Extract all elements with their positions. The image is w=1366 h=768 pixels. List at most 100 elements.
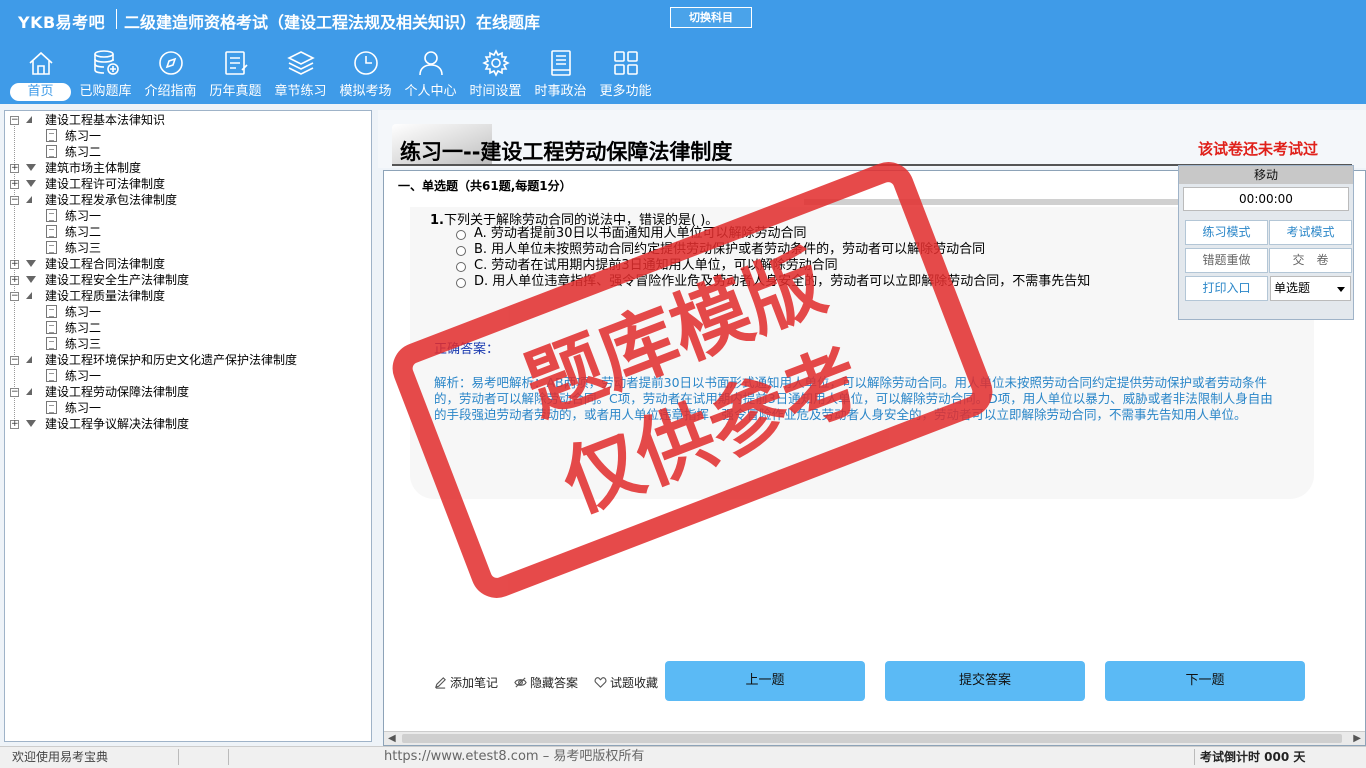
hand-in-button[interactable]: 交 卷 [1269,248,1352,273]
tree-chapter[interactable]: + 建设工程安全生产法律制度 [5,272,371,288]
status-bar: 欢迎使用易考宝典 https://www.etest8.com – 易考吧版权所… [0,746,1366,768]
user-icon [418,51,443,76]
section-title: 一、单选题（共61题,每题1分） [398,179,572,193]
tree-chapter[interactable]: − 建设工程环境保护和历史文化遗产保护法律制度 [5,352,371,368]
nav-label: 历年真题 [209,84,262,99]
tree-exercise[interactable]: 练习一 [5,208,371,224]
grid-icon [613,51,638,75]
submit-answer-button[interactable]: 提交答案 [885,661,1085,701]
option-text: A. 劳动者提前30日以书面通知用人单位可以解除劳动合同 [474,226,807,241]
print-entry-button[interactable]: 打印入口 [1185,276,1268,301]
expand-icon[interactable]: + [10,420,19,429]
document-icon [46,321,57,334]
expand-icon[interactable]: + [10,180,19,189]
nav-label: 首页 [10,83,71,101]
home-icon [28,51,53,75]
radio-button[interactable] [456,278,466,288]
expand-icon[interactable]: + [10,164,19,173]
tree-label: 建设工程许可法律制度 [45,177,166,191]
horizontal-scrollbar[interactable]: ◀ ▶ [384,731,1365,745]
layers-icon [286,51,315,75]
nav-past-exams[interactable]: 历年真题 [203,48,268,104]
heart-icon [594,677,607,688]
tree-label: 练习二 [65,145,102,159]
tree-exercise[interactable]: 练习一 [5,368,371,384]
option-a[interactable]: A. 劳动者提前30日以书面通知用人单位可以解除劳动合同 [456,226,1090,242]
tree-exercise[interactable]: 练习一 [5,400,371,416]
exam-mode-button[interactable]: 考试模式 [1269,220,1352,245]
folder-arrow-icon [26,292,32,299]
expand-icon[interactable]: + [10,260,19,269]
radio-button[interactable] [456,262,466,272]
document-icon [46,337,57,350]
app-title: 二级建造师资格考试（建设工程法规及相关知识）在线题库 [124,13,541,32]
tree-exercise[interactable]: 练习一 [5,304,371,320]
list-icon [224,51,248,75]
exam-countdown: 考试倒计时 000 天 [1200,750,1306,764]
option-d[interactable]: D. 用人单位违章指挥、强令冒险作业危及劳动者人身安全的，劳动者可以立即解除劳动… [456,274,1090,290]
nav-guide[interactable]: 介绍指南 [138,48,203,104]
tree-chapter[interactable]: − 建设工程基本法律知识 [5,112,371,128]
timer-drag-handle[interactable]: 移动 [1179,166,1353,184]
nav-more-features[interactable]: 更多功能 [593,48,658,104]
add-note-tool[interactable]: 添加笔记 [434,674,498,691]
radio-button[interactable] [456,230,466,240]
tree-label: 练习三 [65,337,102,351]
tree-chapter[interactable]: + 建设工程争议解决法律制度 [5,416,371,432]
app-header: YKB易考吧 二级建造师资格考试（建设工程法规及相关知识）在线题库 切换科目 首… [0,0,1366,104]
radio-button[interactable] [456,246,466,256]
tree-chapter[interactable]: − 建设工程发承包法律制度 [5,192,371,208]
next-question-button[interactable]: 下一题 [1105,661,1305,701]
clock-icon [353,51,378,75]
tree-label: 建设工程安全生产法律制度 [45,273,190,287]
brand-separator [116,9,117,29]
collapse-icon[interactable]: − [10,116,19,125]
tree-chapter[interactable]: + 建设工程许可法律制度 [5,176,371,192]
tree-exercise[interactable]: 练习三 [5,240,371,256]
scroll-right-icon[interactable]: ▶ [1353,733,1361,744]
nav-mock-exam[interactable]: 模拟考场 [333,48,398,104]
collapse-icon[interactable]: − [10,292,19,301]
nav-home[interactable]: 首页 [8,48,73,104]
nav-personal-center[interactable]: 个人中心 [398,48,463,104]
tree-exercise[interactable]: 练习二 [5,224,371,240]
gear-icon [481,49,510,77]
tree-chapter[interactable]: + 建设工程合同法律制度 [5,256,371,272]
question-type-select[interactable]: 单选题 [1270,276,1351,301]
nav-time-settings[interactable]: 时间设置 [463,48,528,104]
tree-exercise[interactable]: 练习一 [5,128,371,144]
prev-question-button[interactable]: 上一题 [665,661,865,701]
favorite-tool[interactable]: 试题收藏 [594,674,658,691]
option-b[interactable]: B. 用人单位未按照劳动合同约定提供劳动保护或者劳动条件的，劳动者可以解除劳动合… [456,242,1090,258]
welcome-text: 欢迎使用易考宝典 [12,750,109,764]
collapse-icon[interactable]: − [10,356,19,365]
compass-icon [158,51,183,75]
tree-exercise[interactable]: 练习二 [5,320,371,336]
switch-subject-button[interactable]: 切换科目 [670,7,752,28]
nav-label: 时间设置 [469,84,522,99]
tree-exercise[interactable]: 练习三 [5,336,371,352]
collapse-icon[interactable]: − [10,388,19,397]
tree-chapter[interactable]: + 建筑市场主体制度 [5,160,371,176]
nav-current-affairs[interactable]: 时事政治 [528,48,593,104]
nav-purchased-banks[interactable]: 已购题库 [73,48,138,104]
tree-exercise[interactable]: 练习二 [5,144,371,160]
practice-mode-button[interactable]: 练习模式 [1185,220,1268,245]
document-icon [46,369,57,382]
brand-logo: YKB易考吧 [18,13,106,32]
option-text: D. 用人单位违章指挥、强令冒险作业危及劳动者人身安全的，劳动者可以立即解除劳动… [474,274,1091,289]
tree-label: 建设工程合同法律制度 [45,257,166,271]
expand-icon[interactable]: + [10,276,19,285]
nav-chapter-practice[interactable]: 章节练习 [268,48,333,104]
collapse-icon[interactable]: − [10,196,19,205]
scrollbar-thumb[interactable] [402,734,1342,743]
option-c[interactable]: C. 劳动者在试用期内提前3日通知用人单位，可以解除劳动合同 [456,258,1090,274]
hide-answer-tool[interactable]: 隐藏答案 [514,674,578,691]
tree-chapter[interactable]: − 建设工程质量法律制度 [5,288,371,304]
redo-wrong-button[interactable]: 错题重做 [1185,248,1268,273]
scroll-left-icon[interactable]: ◀ [388,733,396,744]
question-options: A. 劳动者提前30日以书面通知用人单位可以解除劳动合同 B. 用人单位未按照劳… [456,226,1090,290]
tree-chapter[interactable]: − 建设工程劳动保障法律制度 [5,384,371,400]
tree-label: 练习一 [65,305,102,319]
status-separator [178,749,179,765]
